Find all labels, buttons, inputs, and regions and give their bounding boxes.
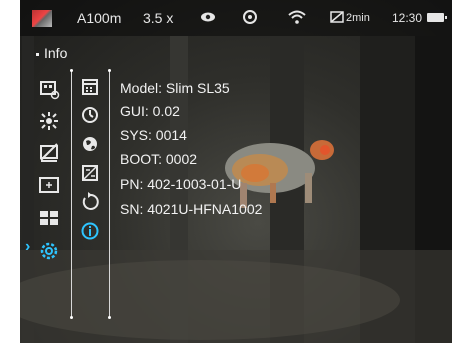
device-screen: A100m 3.5 x 2min 12:30 Info › Model: Sli… [20,0,452,343]
palette-mode-icon [32,10,52,27]
reticle-icon[interactable] [38,174,60,196]
eye-icon [201,12,215,22]
info-model: Model: Slim SL35 [120,80,230,96]
clock: 12:30 [392,11,423,25]
language-globe-icon[interactable] [79,133,101,155]
settings-gear-icon[interactable] [38,240,60,262]
menu-divider-left [70,69,73,319]
info-sys: SYS: 0014 [120,127,187,143]
menu-divider-right [108,69,111,319]
image-settings-icon[interactable] [38,78,60,100]
auto-off-time: 2min [346,12,370,24]
menu-title-label: Info [44,45,68,61]
info-pn: PN: 402-1003-01-U [120,176,242,192]
display-off-icon[interactable] [38,142,60,164]
gallery-icon[interactable] [38,207,60,229]
model-label: A100m [77,10,122,26]
units-icon[interactable] [79,162,101,184]
status-bar: A100m 3.5 x 2min 12:30 [20,0,452,36]
wifi-icon [288,10,306,24]
battery-icon [427,13,447,22]
info-sn: SN: 4021U-HFNA1002 [120,201,263,217]
smart-features-icon[interactable] [38,110,60,132]
menu-title: Info [36,45,67,61]
info-boot: BOOT: 0002 [120,151,198,167]
reset-icon[interactable] [79,191,101,213]
time-clock-icon[interactable] [79,104,101,126]
info-selected-icon[interactable] [79,220,101,242]
info-gui: GUI: 0.02 [120,103,180,119]
zoom-label: 3.5 x [143,10,174,26]
screen-off-icon [330,11,344,23]
calibration-icon [243,10,257,24]
selection-arrow-icon: › [25,238,31,255]
date-calendar-icon[interactable] [79,76,101,98]
